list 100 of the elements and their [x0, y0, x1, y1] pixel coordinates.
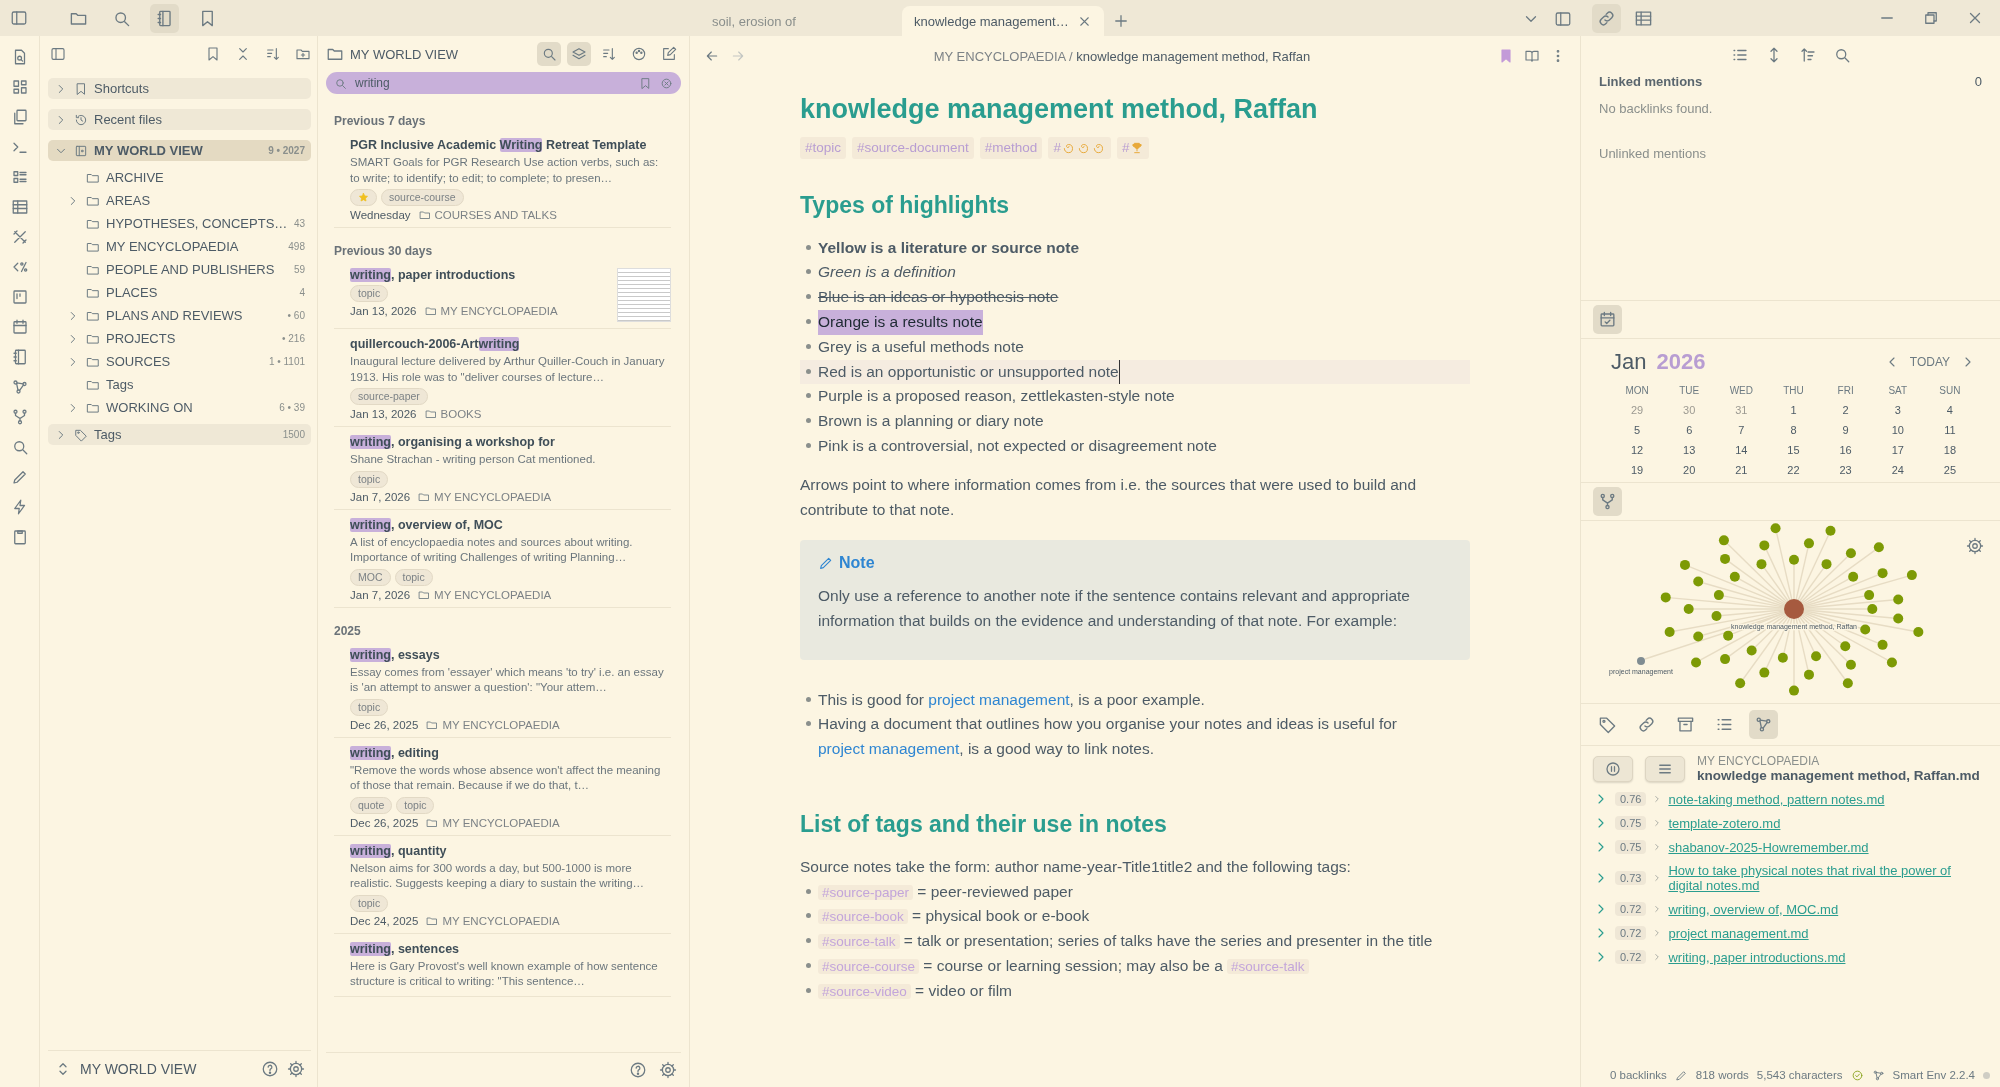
calendar-day[interactable]: 16 [1819, 444, 1872, 456]
search-field[interactable]: writing [326, 72, 681, 94]
calendar-day[interactable]: 10 [1871, 424, 1924, 436]
note-card[interactable]: quillercouch-2006-Artwriting Inaugural lecture delivered by Arthur Quiller-Couch in January 1913. His role was to "deliver courses of lecture… source-paper Jan 13, 2026 BOOKS [334, 337, 671, 428]
list-item: Red is an opportunistic or unsupported note [818, 359, 1120, 385]
calendar-day[interactable]: 21 [1715, 464, 1768, 476]
search-input[interactable]: writing [355, 76, 631, 90]
tree-item[interactable]: Shortcuts [48, 78, 311, 99]
heading: List of tags and their use in notes [800, 809, 1168, 839]
folder-title: MY WORLD VIEW [350, 46, 460, 62]
note-title: writing, overview of, MOC [350, 517, 504, 532]
tag-chip[interactable]: quote [350, 796, 393, 814]
note-card[interactable]: writing, sentences Here is Gary Provost's well known example of how sentence structure is critical to writing: "This sentence… [334, 941, 671, 997]
count: 0 [1974, 74, 1982, 89]
note-title: writing, organising a workshop for [350, 435, 556, 450]
list-item: Grey is a useful methods note [818, 336, 1024, 357]
note-card[interactable]: writing, quantity Nelson aims for 300 words a day, but 500-1000 is more realistic. Suggests keeping a diary to sustain the writing… topic Dec 24, 2025 MY ENCYCLOPAEDIA [334, 843, 671, 934]
calendar-day[interactable]: 2 [1819, 404, 1872, 416]
tag-chip[interactable]: MOC [350, 568, 391, 586]
note-card[interactable]: writing, overview of, MOC A list of encyclopaedia notes and sources about writing. Importance of writing Challenges of writing Planning… MOC topic Jan 7, 2026 MY ENCYCLOPAEDIA [334, 517, 671, 608]
note-folder: BOOKS [424, 408, 482, 421]
calendar-day[interactable]: 14 [1715, 444, 1768, 456]
tag-chip[interactable]: topic [394, 568, 433, 586]
backlinks-count[interactable]: 0 backlinks [1609, 1069, 1667, 1081]
calendar-day[interactable]: 13 [1663, 444, 1716, 456]
note-folder: MY ENCYCLOPAEDIA [426, 718, 560, 731]
character-count: 5,543 characters [1756, 1069, 1843, 1081]
calendar-day[interactable]: 17 [1871, 444, 1924, 456]
tree-item[interactable]: PROJECTS • 216 [60, 328, 311, 349]
note-snippet: Shane Strachan - writing person Cat mentioned. [350, 452, 597, 468]
today-button[interactable]: TODAY [1909, 355, 1950, 369]
note-title: writing, essays [350, 647, 441, 662]
list-item: Purple is a proposed reason, zettlekasten-style note [818, 386, 1175, 407]
score: 0.75 [1615, 816, 1647, 830]
word-count: 818 words [1695, 1069, 1749, 1081]
callout-text: Only use a reference to another note if the sentence contains relevant and appropriate information that builds on the evidence and understanding of that note. For example: [818, 585, 1411, 631]
calendar-day[interactable]: 23 [1819, 464, 1872, 476]
tag-chip[interactable]: topic [350, 470, 389, 488]
vault-name[interactable]: MY WORLD VIEW [80, 1061, 197, 1077]
tree-item[interactable]: Tags 1500 [48, 424, 311, 445]
section-heading: Previous 30 days [334, 244, 434, 259]
calendar-day[interactable]: 6 [1663, 424, 1716, 436]
breadcrumb: MY ENCYCLOPAEDIA / knowledge management method, Raffan [932, 48, 1312, 64]
note-card[interactable]: writing, essays Essay comes from 'essayer' which means 'to try' i.e. an essay is 'an attempt to answer a question': "Your attem… topic Dec 26, 2025 MY ENCYCLOPAEDIA [334, 647, 671, 738]
calendar-day[interactable]: 3 [1871, 404, 1924, 416]
calendar-day[interactable]: 15 [1767, 444, 1820, 456]
calendar-day[interactable]: 22 [1767, 464, 1820, 476]
tree-item[interactable]: PLANS AND REVIEWS • 60 [60, 305, 311, 326]
tag-chip[interactable]: topic [350, 285, 389, 303]
note-snippet: A list of encyclopaedia notes and sources about writing. Importance of writing Challenges of writing Planning… [350, 534, 634, 566]
tree-item[interactable]: AREAS [60, 190, 311, 211]
calendar-day[interactable]: 12 [1611, 444, 1664, 456]
note-card[interactable]: writing, organising a workshop for Shane Strachan - writing person Cat mentioned. topic Jan 7, 2026 MY ENCYCLOPAEDIA [334, 435, 671, 510]
score: 0.75 [1615, 840, 1647, 854]
calendar-day[interactable]: 4 [1923, 404, 1976, 416]
editor-tab[interactable]: knowledge management… [902, 6, 1104, 36]
calendar-day[interactable]: 5 [1611, 424, 1664, 436]
note-card[interactable]: writing, editing "Remove the words whose absence won't affect the meaning of those that remain. Because if we do that, t… quote topic Dec 26, 2025 MY ENCYCLOPAEDIA [334, 745, 671, 836]
callout-title: Note [839, 553, 875, 574]
calendar-day[interactable]: 25 [1923, 464, 1976, 476]
calendar-day[interactable]: 9 [1819, 424, 1872, 436]
calendar-day[interactable]: 19 [1611, 464, 1664, 476]
calendar-day[interactable]: 7 [1715, 424, 1768, 436]
list-item: #source-book = physical book or e-book [818, 904, 1090, 930]
note-snippet: Nelson aims for 300 words a day, but 500-1000 is more realistic. Suggests keeping a diary to sustain the writing… [350, 860, 646, 892]
tree-item[interactable]: MY WORLD VIEW 9 • 2027 [48, 140, 311, 161]
note-date: Dec 24, 2025 [350, 914, 419, 927]
calendar-day[interactable]: 1 [1767, 404, 1820, 416]
calendar-day[interactable]: 24 [1871, 464, 1924, 476]
section-title[interactable]: Linked mentions [1599, 74, 1703, 89]
list-item: #source-paper = peer-reviewed paper [818, 879, 1073, 905]
weekday: THU [1782, 385, 1805, 396]
plugin-status[interactable]: Smart Env 2.2.4 [1892, 1069, 1975, 1081]
internal-link[interactable]: project management [928, 690, 1070, 708]
tree-item[interactable]: PLACES 4 [60, 282, 311, 303]
folder-name: MY ENCYCLOPAEDIA [1697, 754, 1821, 768]
tag-chip[interactable]: source-paper [350, 388, 428, 406]
note-snippet: SMART Goals for PGR Research Use action verbs, such as: to write; to identify; to edit; to complete; to presen… [350, 155, 660, 186]
tree-item[interactable]: Tags [60, 374, 311, 395]
tree-item[interactable]: MY ENCYCLOPAEDIA 498 [60, 236, 311, 257]
note-title: PGR Inclusive Academic Writing Retreat Template [350, 138, 648, 152]
tree-item[interactable]: ARCHIVE [60, 167, 311, 188]
weekday: FRI [1836, 385, 1855, 396]
tag-chip[interactable]: topic [350, 698, 389, 716]
note-title: writing, sentences [350, 941, 461, 956]
tree-item[interactable]: SOURCES 1 • 1101 [60, 351, 311, 372]
tag-chip[interactable]: topic [350, 894, 389, 912]
tag-chip[interactable]: topic [396, 796, 435, 814]
tree-item[interactable]: PEOPLE AND PUBLISHERS 59 [60, 259, 311, 280]
tree-item[interactable]: HYPOTHESES, CONCEPTS… 43 [60, 213, 311, 234]
calendar-day[interactable]: 18 [1923, 444, 1976, 456]
tree-item[interactable]: WORKING ON 6 • 39 [60, 397, 311, 418]
calendar-day[interactable]: 8 [1767, 424, 1820, 436]
note-snippet: Inaugural lecture delivered by Arthur Quiller-Couch in January 1913. His role was to "deliver courses of lecture… [350, 354, 666, 385]
tag-chip[interactable]: source-course [381, 189, 464, 207]
calendar-day[interactable]: 11 [1923, 424, 1976, 436]
tree-item[interactable]: Recent files [48, 109, 311, 130]
note-date: Jan 13, 2026 [350, 408, 417, 421]
calendar-day[interactable]: 20 [1663, 464, 1716, 476]
note-card[interactable]: writing, paper introductions topic Jan 13, 2026 MY ENCYCLOPAEDIA [334, 268, 671, 330]
